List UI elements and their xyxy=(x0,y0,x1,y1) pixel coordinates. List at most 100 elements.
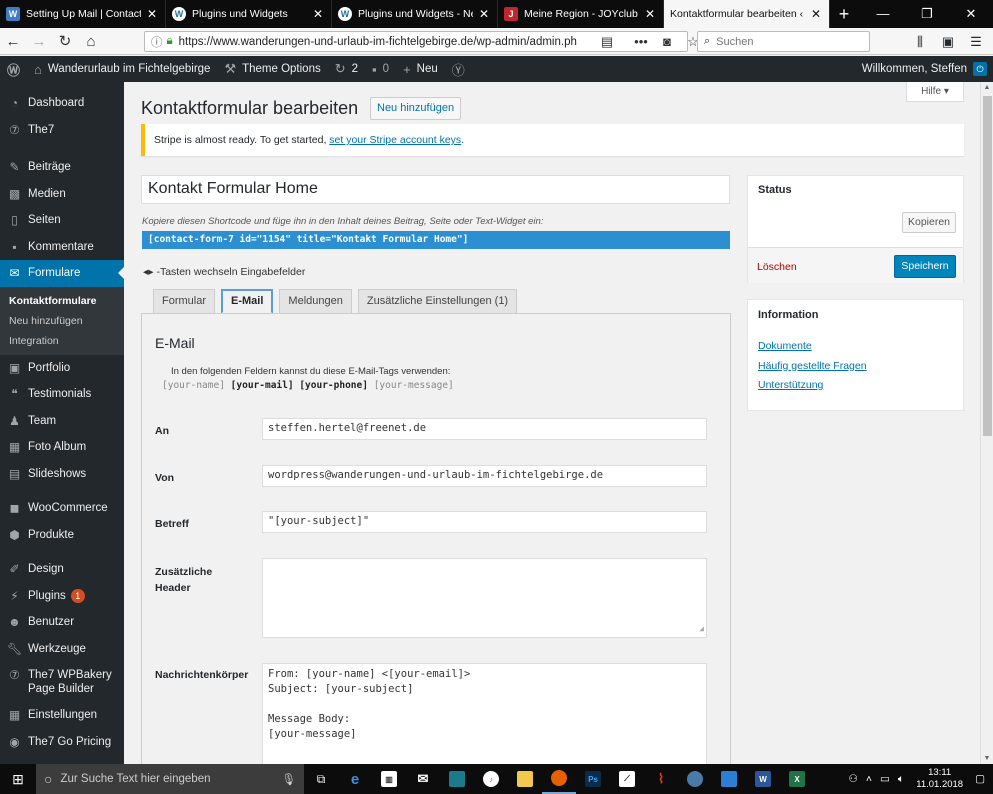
mail-tag[interactable]: [your-message] xyxy=(374,380,454,391)
defender-icon[interactable] xyxy=(712,764,746,794)
sidebar-item-users[interactable]: ☻ Benutzer xyxy=(0,609,124,636)
close-icon[interactable]: ✕ xyxy=(809,7,823,21)
comments-link[interactable]: ▪ 0 xyxy=(365,56,396,82)
browser-tab-active[interactable]: Kontaktformular bearbeiten ‹ Wa ✕ xyxy=(664,0,830,28)
reader-view-icon[interactable]: ▤ xyxy=(594,31,620,52)
scroll-thumb[interactable] xyxy=(983,96,992,436)
submenu-item-contact-forms[interactable]: Kontaktformulare xyxy=(0,291,124,311)
close-icon[interactable]: ✕ xyxy=(643,7,657,21)
reload-icon[interactable]: ↻ xyxy=(52,32,78,50)
sidebar-item-forms[interactable]: ✉ Formulare xyxy=(0,260,124,287)
resize-grip-icon[interactable]: ◢ xyxy=(699,621,704,636)
task-view-icon[interactable]: ⧉ xyxy=(304,764,338,794)
theme-options-link[interactable]: ⚒ Theme Options xyxy=(217,56,327,82)
search-input[interactable] xyxy=(716,35,857,48)
yoast-link[interactable]: Ⓨ xyxy=(445,56,478,82)
sidebar-item-plugins[interactable]: ⚡︎ Plugins 1 xyxy=(0,583,124,610)
sidebar-item-settings[interactable]: ▦ Einstellungen xyxy=(0,702,124,729)
scroll-down-icon[interactable]: ▼ xyxy=(981,755,993,762)
excel-icon[interactable]: X xyxy=(780,764,814,794)
from-field[interactable]: wordpress@wanderungen-und-urlaub-im-fich… xyxy=(262,465,707,487)
stripe-keys-link[interactable]: set your Stripe account keys xyxy=(329,134,461,146)
photoshop-icon[interactable]: Ps xyxy=(576,764,610,794)
close-icon[interactable]: ✕ xyxy=(145,7,159,21)
pocket-icon[interactable]: ◙ xyxy=(654,31,680,52)
sidebar-item-media[interactable]: ▩ Medien xyxy=(0,181,124,208)
wp-logo-button[interactable]: Ⓦ xyxy=(0,56,27,82)
headers-field[interactable]: ◢ xyxy=(262,558,707,638)
scroll-up-icon[interactable]: ▲ xyxy=(981,84,993,91)
support-link[interactable]: Unterstützung xyxy=(758,379,867,399)
browser-tab[interactable]: W Plugins und Widgets ✕ xyxy=(166,0,332,28)
subject-field[interactable]: "[your-subject]" xyxy=(262,511,707,533)
body-field[interactable]: From: [your-name] <[your-email]> Subject… xyxy=(262,663,707,764)
sidebar-item-photo-album[interactable]: ▦ Foto Album xyxy=(0,434,124,461)
faq-link[interactable]: Häufig gestellte Fragen xyxy=(758,360,867,380)
firefox-icon[interactable] xyxy=(542,764,576,794)
submenu-item-integration[interactable]: Integration xyxy=(0,331,124,351)
mail-app-icon[interactable]: ✉ xyxy=(406,764,440,794)
new-tab-button[interactable]: + xyxy=(830,0,858,28)
store-icon[interactable]: ▥ xyxy=(372,764,406,794)
people-icon[interactable]: ⚇ xyxy=(848,773,857,785)
sidebar-icon[interactable]: ▣ xyxy=(934,31,962,52)
sidebar-item-team[interactable]: ♟ Team xyxy=(0,408,124,435)
tab-form[interactable]: Formular xyxy=(153,289,216,314)
edge-icon[interactable]: e xyxy=(338,764,372,794)
mail-tag[interactable]: [your-name] xyxy=(162,380,225,391)
sidebar-item-tools[interactable]: 🔧︎ Werkzeuge xyxy=(0,636,124,663)
sidebar-item-posts[interactable]: ✎ Beiträge xyxy=(0,154,124,181)
add-new-button[interactable]: Neu hinzufügen xyxy=(370,97,462,120)
back-icon[interactable]: ← xyxy=(0,33,26,50)
menu-icon[interactable]: ☰ xyxy=(962,31,990,52)
sidebar-item-dashboard[interactable]: ◔ Dashboard xyxy=(0,90,124,117)
sidebar-item-testimonials[interactable]: ❝ Testimonials xyxy=(0,381,124,408)
word-icon[interactable]: W xyxy=(746,764,780,794)
site-name-link[interactable]: ⌂ Wanderurlaub im Fichtelgebirge xyxy=(27,56,217,82)
sidebar-item-go-pricing[interactable]: ◉ The7 Go Pricing xyxy=(0,729,124,756)
copy-button[interactable]: Kopieren xyxy=(902,212,956,233)
save-button[interactable]: Speichern xyxy=(894,255,956,278)
browser-search-box[interactable]: ⌕ xyxy=(697,31,870,52)
sidebar-item-slideshows[interactable]: ▤ Slideshows xyxy=(0,461,124,488)
sidebar-item-the7[interactable]: ⑦ The7 xyxy=(0,117,124,144)
mail-tag[interactable]: [your-mail] xyxy=(231,380,294,391)
forward-icon[interactable]: → xyxy=(26,33,52,50)
sidebar-item-the7-wpbakery[interactable]: ⑦ The7 WPBakery Page Builder xyxy=(0,662,124,702)
app-globe-icon[interactable] xyxy=(678,764,712,794)
sidebar-item-comments[interactable]: ▪ Kommentare xyxy=(0,234,124,261)
acrobat-icon[interactable]: ⌇ xyxy=(644,764,678,794)
form-title-input[interactable]: Kontakt Formular Home xyxy=(141,175,730,204)
tab-additional-settings[interactable]: Zusätzliche Einstellungen (1) xyxy=(357,289,518,314)
submenu-item-add-new[interactable]: Neu hinzufügen xyxy=(0,311,124,331)
account-menu[interactable]: Willkommen, Steffen ⏻ xyxy=(862,62,993,76)
close-window-icon[interactable]: ✕ xyxy=(949,0,993,28)
more-icon[interactable]: ••• xyxy=(628,31,654,52)
tray-expand-icon[interactable]: ˄ xyxy=(866,773,872,785)
help-tab[interactable]: Hilfe ▾ xyxy=(906,82,964,102)
delete-link[interactable]: Löschen xyxy=(757,261,797,273)
minimize-icon[interactable]: — xyxy=(861,0,905,28)
volume-icon[interactable]: 🔈︎ xyxy=(898,773,904,786)
app-teal-icon[interactable] xyxy=(440,764,474,794)
tab-mail[interactable]: E-Mail xyxy=(221,289,274,314)
new-content-link[interactable]: + Neu xyxy=(396,56,445,82)
restore-icon[interactable]: ❐ xyxy=(905,0,949,28)
close-icon[interactable]: ✕ xyxy=(477,7,491,21)
taskbar-search[interactable]: ○ Zur Suche Text hier eingeben 🎙︎ xyxy=(36,764,304,794)
sidebar-item-portfolio[interactable]: ▣ Portfolio xyxy=(0,355,124,382)
updates-link[interactable]: ↻ 2 xyxy=(328,56,365,82)
page-scrollbar[interactable]: ▲ ▼ xyxy=(980,82,993,764)
library-icon[interactable]: ⫼ xyxy=(906,31,934,52)
home-icon[interactable]: ⌂ xyxy=(78,33,104,50)
network-icon[interactable]: ▭ xyxy=(880,773,890,785)
file-explorer-icon[interactable] xyxy=(508,764,542,794)
windows-start-icon[interactable]: ⊞ xyxy=(0,764,36,794)
sidebar-item-products[interactable]: ⬢ Produkte xyxy=(0,522,124,549)
browser-tab[interactable]: W Setting Up Mail | Contact For ✕ xyxy=(0,0,166,28)
mail-tag[interactable]: [your-phone] xyxy=(299,380,368,391)
browser-tab[interactable]: J Meine Region - JOYclub ✕ xyxy=(498,0,664,28)
sidebar-item-pages[interactable]: ▯ Seiten xyxy=(0,207,124,234)
close-icon[interactable]: ✕ xyxy=(311,7,325,21)
to-field[interactable]: steffen.hertel@freenet.de xyxy=(262,418,707,440)
